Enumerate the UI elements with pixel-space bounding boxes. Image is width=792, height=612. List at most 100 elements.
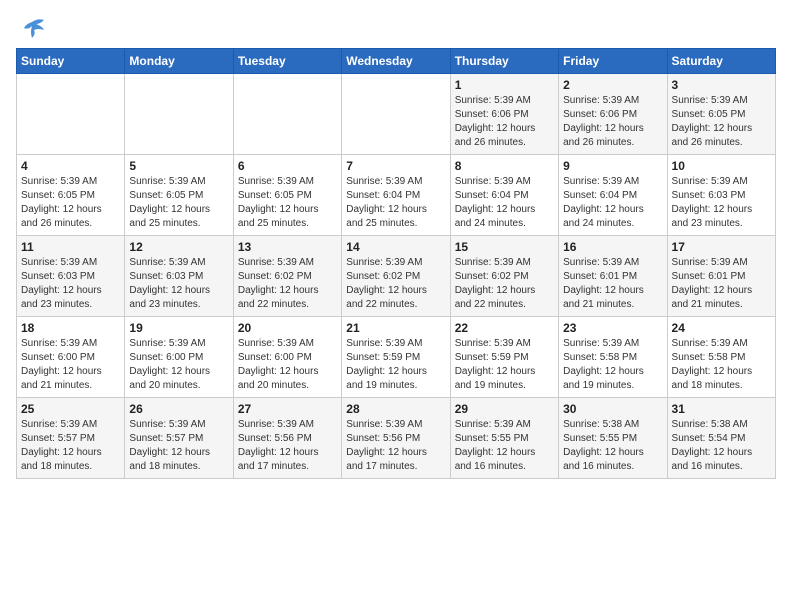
col-header-thursday: Thursday: [450, 49, 558, 74]
day-number: 30: [563, 402, 662, 416]
calendar-cell: 3Sunrise: 5:39 AMSunset: 6:05 PMDaylight…: [667, 74, 775, 155]
col-header-monday: Monday: [125, 49, 233, 74]
calendar-table: SundayMondayTuesdayWednesdayThursdayFrid…: [16, 48, 776, 479]
day-info: Sunrise: 5:39 AMSunset: 6:04 PMDaylight:…: [455, 175, 554, 231]
day-info: Sunrise: 5:39 AMSunset: 6:05 PMDaylight:…: [238, 175, 337, 231]
calendar-cell: 20 Sunrise: 5:39 AMSunset: 6:00 PMDayligh…: [233, 317, 341, 398]
calendar-cell: 8 Sunrise: 5:39 AMSunset: 6:04 PMDaylight…: [450, 155, 558, 236]
calendar-cell: 18 Sunrise: 5:39 AMSunset: 6:00 PMDayligh…: [17, 317, 125, 398]
day-info: Sunrise: 5:39 AMSunset: 6:03 PMDaylight:…: [21, 256, 120, 312]
day-info: Sunrise: 5:39 AMSunset: 6:02 PMDaylight:…: [238, 256, 337, 312]
day-number: 27: [238, 402, 337, 416]
calendar-cell: 28 Sunrise: 5:39 AMSunset: 5:56 PMDayligh…: [342, 398, 450, 479]
calendar-cell: [125, 74, 233, 155]
calendar-week-2: 4 Sunrise: 5:39 AMSunset: 6:05 PMDaylight…: [17, 155, 776, 236]
day-number: 2: [563, 78, 662, 92]
day-number: 6: [238, 159, 337, 173]
day-info: Sunrise: 5:39 AMSunset: 6:01 PMDaylight:…: [672, 256, 771, 312]
calendar-cell: 5 Sunrise: 5:39 AMSunset: 6:05 PMDaylight…: [125, 155, 233, 236]
calendar-cell: 19Sunrise: 5:39 AMSunset: 6:00 PMDayligh…: [125, 317, 233, 398]
day-info: Sunrise: 5:39 AMSunset: 6:03 PMDaylight:…: [672, 175, 771, 231]
calendar-cell: 13 Sunrise: 5:39 AMSunset: 6:02 PMDayligh…: [233, 236, 341, 317]
calendar-cell: 23Sunrise: 5:39 AMSunset: 5:58 PMDayligh…: [559, 317, 667, 398]
day-info: Sunrise: 5:39 AMSunset: 6:04 PMDaylight:…: [563, 175, 662, 231]
calendar-cell: [17, 74, 125, 155]
calendar-cell: 11 Sunrise: 5:39 AMSunset: 6:03 PMDayligh…: [17, 236, 125, 317]
day-number: 20: [238, 321, 337, 335]
day-number: 14: [346, 240, 445, 254]
logo: [16, 16, 46, 40]
calendar-cell: 16 Sunrise: 5:39 AMSunset: 6:01 PMDayligh…: [559, 236, 667, 317]
calendar-cell: 25 Sunrise: 5:39 AMSunset: 5:57 PMDayligh…: [17, 398, 125, 479]
calendar-cell: 6 Sunrise: 5:39 AMSunset: 6:05 PMDaylight…: [233, 155, 341, 236]
logo-bird-icon: [18, 16, 46, 44]
day-info: Sunrise: 5:39 AMSunset: 5:56 PMDaylight:…: [238, 418, 337, 474]
col-header-sunday: Sunday: [17, 49, 125, 74]
day-number: 11: [21, 240, 120, 254]
calendar-cell: 29Sunrise: 5:39 AMSunset: 5:55 PMDayligh…: [450, 398, 558, 479]
day-info: Sunrise: 5:39 AMSunset: 6:05 PMDaylight:…: [129, 175, 228, 231]
calendar-cell: 31Sunrise: 5:38 AMSunset: 5:54 PMDayligh…: [667, 398, 775, 479]
day-info: Sunrise: 5:38 AMSunset: 5:55 PMDaylight:…: [563, 418, 662, 474]
calendar-week-1: 1Sunrise: 5:39 AMSunset: 6:06 PMDaylight…: [17, 74, 776, 155]
calendar-cell: 15 Sunrise: 5:39 AMSunset: 6:02 PMDayligh…: [450, 236, 558, 317]
day-info: Sunrise: 5:39 AMSunset: 6:02 PMDaylight:…: [455, 256, 554, 312]
day-number: 10: [672, 159, 771, 173]
day-number: 5: [129, 159, 228, 173]
calendar-cell: 10 Sunrise: 5:39 AMSunset: 6:03 PMDayligh…: [667, 155, 775, 236]
day-info: Sunrise: 5:39 AMSunset: 5:59 PMDaylight:…: [455, 337, 554, 393]
col-header-friday: Friday: [559, 49, 667, 74]
page-header: [16, 16, 776, 40]
col-header-saturday: Saturday: [667, 49, 775, 74]
day-number: 18: [21, 321, 120, 335]
day-info: Sunrise: 5:39 AMSunset: 6:00 PMDaylight:…: [21, 337, 120, 393]
calendar-cell: 2 Sunrise: 5:39 AMSunset: 6:06 PMDaylight…: [559, 74, 667, 155]
day-number: 24: [672, 321, 771, 335]
day-info: Sunrise: 5:39 AMSunset: 6:02 PMDaylight:…: [346, 256, 445, 312]
calendar-cell: 12Sunrise: 5:39 AMSunset: 6:03 PMDayligh…: [125, 236, 233, 317]
day-number: 15: [455, 240, 554, 254]
day-info: Sunrise: 5:39 AMSunset: 6:00 PMDaylight:…: [129, 337, 228, 393]
day-info: Sunrise: 5:39 AMSunset: 5:55 PMDaylight:…: [455, 418, 554, 474]
day-info: Sunrise: 5:39 AMSunset: 6:00 PMDaylight:…: [238, 337, 337, 393]
day-number: 12: [129, 240, 228, 254]
day-info: Sunrise: 5:39 AMSunset: 6:01 PMDaylight:…: [563, 256, 662, 312]
day-info: Sunrise: 5:39 AMSunset: 6:06 PMDaylight:…: [563, 94, 662, 150]
col-header-tuesday: Tuesday: [233, 49, 341, 74]
day-number: 8: [455, 159, 554, 173]
day-number: 22: [455, 321, 554, 335]
calendar-cell: 17 Sunrise: 5:39 AMSunset: 6:01 PMDayligh…: [667, 236, 775, 317]
calendar-cell: 7Sunrise: 5:39 AMSunset: 6:04 PMDaylight…: [342, 155, 450, 236]
col-header-wednesday: Wednesday: [342, 49, 450, 74]
calendar-cell: [233, 74, 341, 155]
day-number: 25: [21, 402, 120, 416]
day-info: Sunrise: 5:39 AMSunset: 6:06 PMDaylight:…: [455, 94, 554, 150]
day-number: 4: [21, 159, 120, 173]
day-number: 9: [563, 159, 662, 173]
calendar-cell: 9 Sunrise: 5:39 AMSunset: 6:04 PMDaylight…: [559, 155, 667, 236]
day-number: 31: [672, 402, 771, 416]
calendar-cell: 4Sunrise: 5:39 AMSunset: 6:05 PMDaylight…: [17, 155, 125, 236]
day-number: 28: [346, 402, 445, 416]
calendar-cell: 24 Sunrise: 5:39 AMSunset: 5:58 PMDayligh…: [667, 317, 775, 398]
calendar-cell: 1Sunrise: 5:39 AMSunset: 6:06 PMDaylight…: [450, 74, 558, 155]
day-info: Sunrise: 5:39 AMSunset: 5:56 PMDaylight:…: [346, 418, 445, 474]
day-info: Sunrise: 5:39 AMSunset: 5:57 PMDaylight:…: [21, 418, 120, 474]
calendar-week-3: 11 Sunrise: 5:39 AMSunset: 6:03 PMDayligh…: [17, 236, 776, 317]
calendar-week-5: 25 Sunrise: 5:39 AMSunset: 5:57 PMDayligh…: [17, 398, 776, 479]
calendar-cell: 26Sunrise: 5:39 AMSunset: 5:57 PMDayligh…: [125, 398, 233, 479]
day-number: 17: [672, 240, 771, 254]
calendar-week-4: 18 Sunrise: 5:39 AMSunset: 6:00 PMDayligh…: [17, 317, 776, 398]
day-number: 16: [563, 240, 662, 254]
calendar-cell: 21Sunrise: 5:39 AMSunset: 5:59 PMDayligh…: [342, 317, 450, 398]
day-number: 26: [129, 402, 228, 416]
day-info: Sunrise: 5:39 AMSunset: 5:58 PMDaylight:…: [672, 337, 771, 393]
day-number: 23: [563, 321, 662, 335]
calendar-cell: 27 Sunrise: 5:39 AMSunset: 5:56 PMDayligh…: [233, 398, 341, 479]
day-info: Sunrise: 5:39 AMSunset: 6:04 PMDaylight:…: [346, 175, 445, 231]
calendar-cell: 30 Sunrise: 5:38 AMSunset: 5:55 PMDayligh…: [559, 398, 667, 479]
calendar-cell: 14 Sunrise: 5:39 AMSunset: 6:02 PMDayligh…: [342, 236, 450, 317]
day-number: 3: [672, 78, 771, 92]
day-info: Sunrise: 5:39 AMSunset: 5:59 PMDaylight:…: [346, 337, 445, 393]
day-number: 13: [238, 240, 337, 254]
